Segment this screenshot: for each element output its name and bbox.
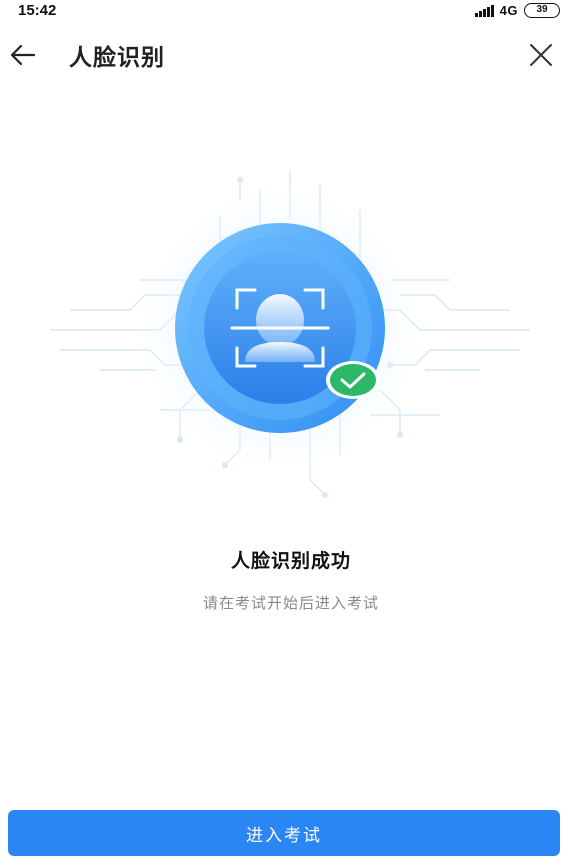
close-button[interactable]: [524, 38, 558, 72]
network-type: 4G: [499, 3, 518, 18]
battery-level: 39: [536, 4, 548, 15]
back-button[interactable]: [6, 38, 40, 72]
close-icon: [530, 44, 552, 66]
result-title: 人脸识别成功: [230, 550, 351, 572]
battery-icon: 39: [524, 3, 560, 18]
status-bar: 15:42 4G 39: [0, 0, 582, 26]
header: 人脸识别: [0, 30, 582, 78]
arrow-left-icon: [10, 44, 36, 66]
result-subtitle: 请在考试开始后进入考试: [202, 594, 379, 612]
status-time: 15:42: [18, 2, 57, 19]
check-badge-icon: [326, 361, 380, 399]
page-title: 人脸识别: [69, 45, 165, 71]
signal-icon: [474, 4, 494, 17]
status-indicators: 4G 39: [474, 3, 560, 18]
face-scan-success-icon: [50, 170, 530, 498]
enter-exam-button[interactable]: 进入考试: [8, 810, 560, 856]
